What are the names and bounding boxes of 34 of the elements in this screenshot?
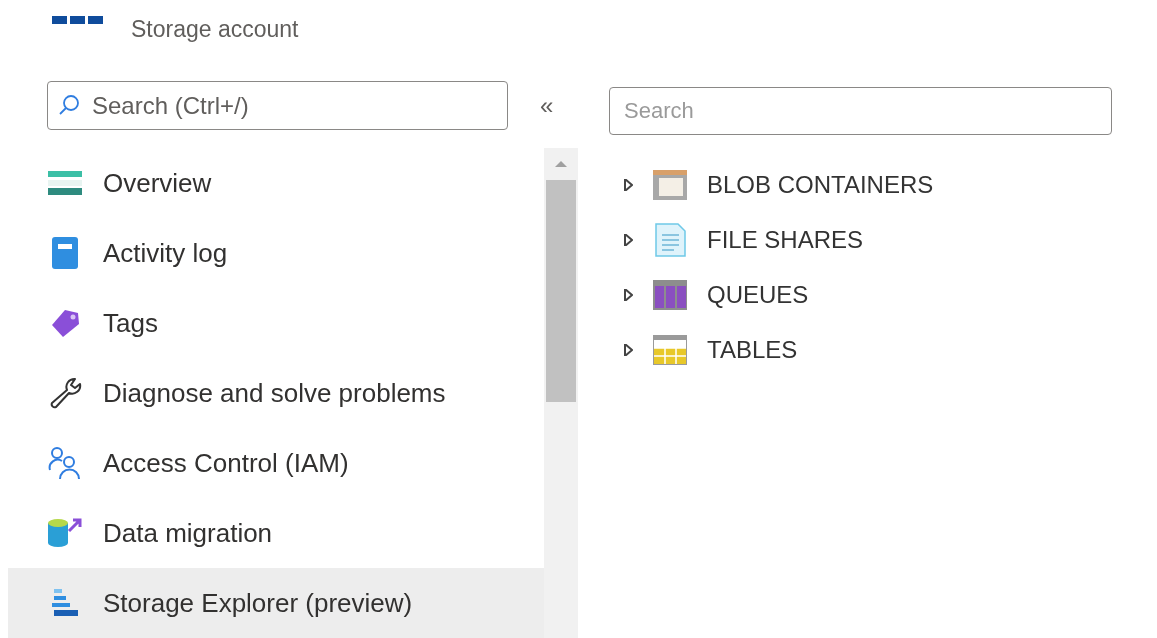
queue-icon [653,279,687,310]
table-icon [653,334,687,365]
container-icon [653,169,687,200]
search-field[interactable]: Search [609,87,1112,135]
tree-item[interactable]: TABLES [609,322,1157,377]
menu-item[interactable]: Diagnose and solve problems [8,358,544,428]
collapsed-arrow-icon[interactable] [623,178,633,191]
menu-item[interactable]: Data migration [8,498,544,568]
tree-item[interactable]: QUEUES [609,267,1157,322]
wrench-icon [48,376,82,410]
menu-item[interactable]: Access Control (IAM) [8,428,544,498]
people-icon [48,446,82,480]
collapsed-arrow-icon[interactable] [623,288,633,301]
search-icon [58,94,80,116]
scrollbar-thumb[interactable] [546,180,576,402]
collapse-button[interactable]: « [540,87,554,124]
menu-item[interactable]: Activity log [8,218,544,288]
collapsed-arrow-icon[interactable] [623,343,633,356]
overview-icon [48,169,82,197]
explorer-icon [50,588,80,618]
tag-icon [49,307,81,339]
menu-item[interactable]: Tags [8,288,544,358]
collapsed-arrow-icon[interactable] [623,233,633,246]
menu-item[interactable]: Overview [8,148,544,218]
database-arrow-icon [47,517,83,549]
tree-item[interactable]: BLOB CONTAINERS [609,157,1157,212]
menu-item[interactable]: Storage Explorer (preview) [8,568,544,638]
scrollbar[interactable] [544,148,578,638]
tree-item[interactable]: FILE SHARES [609,212,1157,267]
resource-type: Storage account [131,15,299,44]
storage-logo-icon [52,16,104,24]
book-icon [50,236,80,270]
document-icon [654,222,686,257]
search-field[interactable]: Search (Ctrl+/) [47,81,508,130]
